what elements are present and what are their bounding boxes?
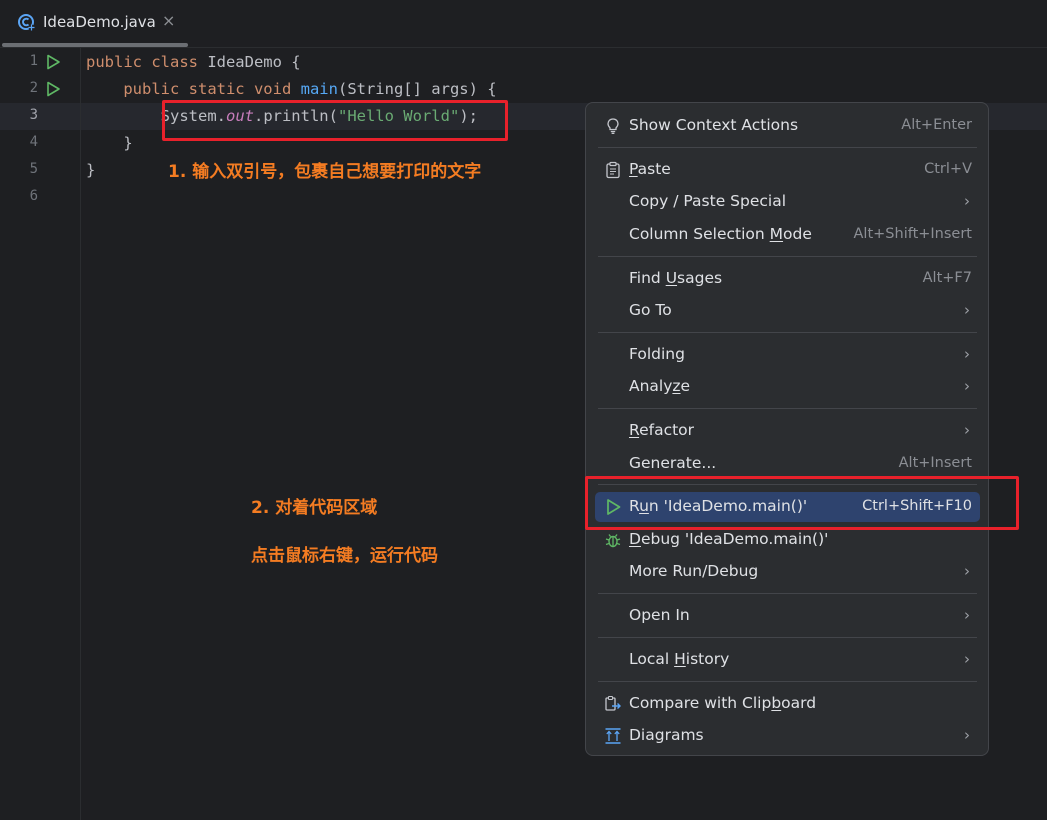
menu-item-copy-paste-special[interactable]: Copy / Paste Special ›	[595, 187, 980, 217]
menu-item-label: Copy / Paste Special	[629, 192, 787, 210]
highlight-box-println	[162, 100, 508, 141]
run-gutter-icon[interactable]	[45, 54, 61, 70]
annotation-step-2-detail: 点击鼠标右键，运行代码	[251, 546, 438, 566]
menu-item-label: Diagrams	[629, 726, 704, 744]
menu-separator	[598, 332, 977, 333]
menu-item-label: Local History	[629, 650, 730, 668]
close-icon[interactable]: ×	[162, 11, 175, 30]
menu-item-open-in[interactable]: Open In ›	[595, 601, 980, 631]
menu-item-generate[interactable]: Generate... Alt+Insert	[595, 449, 980, 479]
chevron-right-icon: ›	[964, 192, 970, 210]
chevron-right-icon: ›	[964, 726, 970, 744]
shortcut-label: Alt+Enter	[901, 117, 972, 133]
menu-item-refactor[interactable]: Refactor ›	[595, 416, 980, 446]
code-text: }	[86, 134, 133, 152]
compare-clipboard-icon	[605, 695, 621, 711]
menu-separator	[598, 256, 977, 257]
annotation-step-2: 2. 对着代码区域	[251, 498, 378, 518]
menu-item-column-selection-mode[interactable]: Column Selection Mode Alt+Shift+Insert	[595, 220, 980, 250]
menu-separator	[598, 147, 977, 148]
menu-item-paste[interactable]: Paste Ctrl+V	[595, 155, 980, 185]
menu-item-go-to[interactable]: Go To ›	[595, 296, 980, 326]
shortcut-label: Ctrl+V	[924, 161, 972, 177]
tab-ideademo-java[interactable]: IdeaDemo.java ×	[0, 0, 190, 47]
shortcut-label: Alt+Shift+Insert	[853, 226, 972, 242]
menu-separator	[598, 637, 977, 638]
menu-item-label: Show Context Actions	[629, 116, 799, 134]
chevron-right-icon: ›	[964, 606, 970, 624]
menu-item-label: Folding	[629, 345, 685, 363]
highlight-box-run	[585, 476, 1019, 530]
chevron-right-icon: ›	[964, 421, 970, 439]
lightbulb-icon	[607, 118, 619, 134]
menu-item-compare-with-clipboard[interactable]: Compare with Clipboard	[595, 689, 980, 719]
menu-item-label: Column Selection Mode	[629, 225, 812, 243]
shortcut-label: Alt+F7	[922, 270, 972, 286]
shortcut-label: Alt+Insert	[898, 455, 972, 471]
menu-item-local-history[interactable]: Local History ›	[595, 645, 980, 675]
menu-item-label: Paste	[629, 160, 671, 178]
menu-item-analyze[interactable]: Analyze ›	[595, 372, 980, 402]
menu-item-diagrams[interactable]: Diagrams ›	[595, 721, 980, 751]
menu-item-show-context-actions[interactable]: Show Context Actions Alt+Enter	[595, 111, 980, 141]
code-text: }	[86, 161, 96, 179]
java-class-icon	[18, 14, 35, 31]
chevron-right-icon: ›	[964, 562, 970, 580]
debug-bug-icon	[605, 534, 621, 548]
menu-separator	[598, 408, 977, 409]
menu-item-label: Debug 'IdeaDemo.main()'	[629, 530, 829, 548]
line-number: 4	[29, 134, 38, 150]
code-line-1[interactable]: 1 public class IdeaDemo {	[0, 49, 1047, 76]
chevron-right-icon: ›	[964, 345, 970, 363]
line-number: 5	[29, 161, 38, 177]
editor-context-menu: Show Context Actions Alt+Enter Paste Ctr…	[585, 102, 989, 756]
menu-item-label: Analyze	[629, 377, 691, 395]
menu-item-label: More Run/Debug	[629, 562, 759, 580]
menu-item-label: Open In	[629, 606, 690, 624]
menu-item-label: Generate...	[629, 454, 717, 472]
annotation-step-1: 1. 输入双引号，包裹自己想要打印的文字	[168, 162, 482, 182]
menu-item-more-run-debug[interactable]: More Run/Debug ›	[595, 557, 980, 587]
menu-item-label: Find Usages	[629, 269, 723, 287]
menu-item-label: Go To	[629, 301, 672, 319]
run-gutter-icon[interactable]	[45, 81, 61, 97]
menu-separator	[598, 593, 977, 594]
line-number: 2	[29, 80, 38, 96]
code-text: public class IdeaDemo {	[86, 53, 301, 71]
line-number: 6	[29, 188, 38, 204]
code-text: public static void main(String[] args) {	[86, 80, 497, 98]
diagram-icon	[605, 728, 621, 744]
chevron-right-icon: ›	[964, 650, 970, 668]
active-tab-indicator	[2, 43, 188, 47]
chevron-right-icon: ›	[964, 301, 970, 319]
line-number: 3	[29, 107, 38, 123]
menu-item-folding[interactable]: Folding ›	[595, 340, 980, 370]
chevron-right-icon: ›	[964, 377, 970, 395]
line-number: 1	[29, 53, 38, 69]
menu-separator	[598, 681, 977, 682]
clipboard-icon	[606, 161, 620, 179]
code-line-2[interactable]: 2 public static void main(String[] args)…	[0, 76, 1047, 103]
menu-item-label: Refactor	[629, 421, 695, 439]
menu-item-label: Compare with Clipboard	[629, 694, 817, 712]
tab-title: IdeaDemo.java	[43, 13, 156, 31]
menu-item-find-usages[interactable]: Find Usages Alt+F7	[595, 264, 980, 294]
editor-tab-bar: IdeaDemo.java ×	[0, 0, 1047, 48]
